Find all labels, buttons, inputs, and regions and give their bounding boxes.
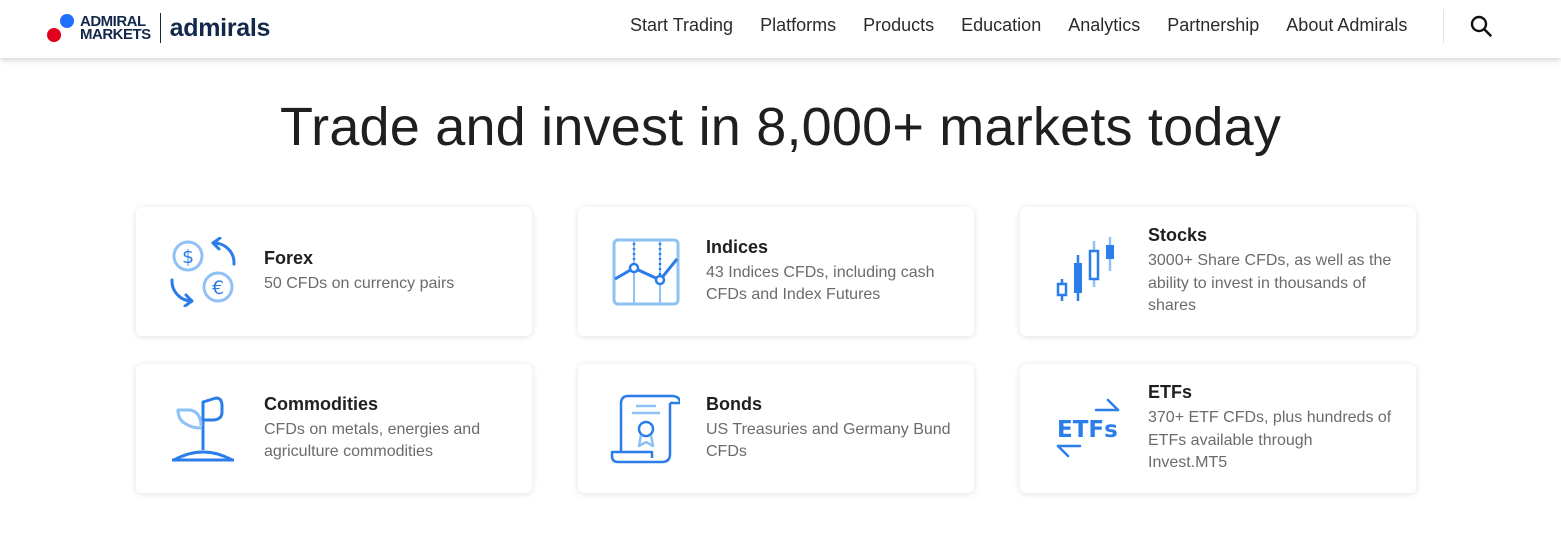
nav-start-trading[interactable]: Start Trading (630, 15, 733, 36)
logo-divider (159, 13, 161, 43)
card-description: CFDs on metals, energies and agriculture… (264, 420, 481, 461)
market-card-indices[interactable]: Indices 43 Indices CFDs, including cash … (578, 207, 974, 336)
index-chart-icon (610, 237, 680, 307)
nav-education[interactable]: Education (961, 15, 1041, 36)
card-title: Commodities (264, 393, 379, 414)
logo-wordmark: ADMIRAL MARKETS (80, 14, 151, 43)
card-text: Indices 43 Indices CFDs, including cash … (706, 207, 954, 336)
nav-platforms[interactable]: Platforms (760, 15, 836, 36)
card-description: 370+ ETF CFDs, plus hundreds of ETFs ava… (1148, 409, 1392, 472)
card-title: ETFs (1148, 382, 1193, 403)
nav-partnership[interactable]: Partnership (1167, 15, 1259, 36)
market-card-forex[interactable]: $ € Forex 50 CFDs on currency pairs (136, 207, 532, 336)
logo-dots-icon (46, 13, 76, 43)
admirals-logo[interactable]: ADMIRAL MARKETS admirals (46, 10, 270, 46)
logo-red-dot (47, 28, 61, 42)
card-text: Stocks 3000+ Share CFDs, as well as the … (1148, 207, 1396, 336)
nav-analytics[interactable]: Analytics (1068, 15, 1140, 36)
etf-icon-text: ETFs (1057, 417, 1118, 443)
search-icon (1470, 15, 1492, 37)
card-description: 43 Indices CFDs, including cash CFDs and… (706, 263, 935, 304)
certificate-scroll-icon (610, 394, 682, 464)
card-description: 50 CFDs on currency pairs (264, 274, 455, 292)
card-title: Bonds (706, 393, 762, 414)
svg-text:€: € (212, 277, 224, 299)
card-text: Bonds US Treasuries and Germany Bund CFD… (706, 364, 954, 493)
card-title: Stocks (1148, 225, 1208, 246)
nav-products[interactable]: Products (863, 15, 934, 36)
etf-arrows-icon: ETFs (1052, 394, 1122, 464)
currency-exchange-icon: $ € (168, 236, 238, 308)
card-text: ETFs 370+ ETF CFDs, plus hundreds of ETF… (1148, 364, 1396, 493)
market-card-commodities[interactable]: Commodities CFDs on metals, energies and… (136, 364, 532, 493)
candlestick-icon (1052, 237, 1122, 307)
search-button[interactable] (1468, 13, 1494, 39)
plant-sprout-icon (168, 394, 238, 464)
page-title: Trade and invest in 8,000+ markets today (279, 97, 1282, 157)
card-title: Indices (706, 236, 769, 257)
market-card-bonds[interactable]: Bonds US Treasuries and Germany Bund CFD… (578, 364, 974, 493)
card-text: Forex 50 CFDs on currency pairs (264, 207, 512, 336)
nav-about-admirals[interactable]: About Admirals (1286, 15, 1407, 36)
svg-text:$: $ (182, 246, 194, 268)
main-nav: Start Trading Platforms Products Educati… (616, 0, 1434, 50)
card-description: US Treasuries and Germany Bund CFDs (706, 420, 951, 461)
market-card-etfs[interactable]: ETFs ETFs 370+ ETF CFDs, plus hundreds o… (1020, 364, 1416, 493)
market-card-stocks[interactable]: Stocks 3000+ Share CFDs, as well as the … (1020, 207, 1416, 336)
site-header: ADMIRAL MARKETS admirals Start Trading P… (0, 0, 1561, 58)
logo-wordmark-line2: MARKETS (80, 26, 151, 43)
card-description: 3000+ Share CFDs, as well as the ability… (1148, 252, 1392, 315)
logo-blue-dot (60, 14, 74, 28)
nav-divider (1443, 9, 1444, 43)
card-text: Commodities CFDs on metals, energies and… (264, 364, 512, 493)
logo-brand-text: admirals (169, 13, 271, 42)
card-title: Forex (264, 247, 314, 268)
